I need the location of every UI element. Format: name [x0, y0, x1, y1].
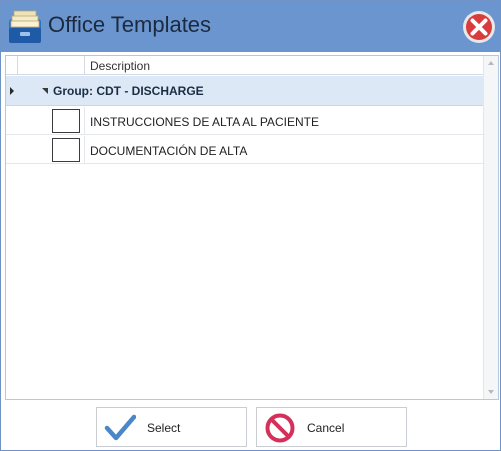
table-row[interactable]: INSTRUCCIONES DE ALTA AL PACIENTE [6, 107, 483, 135]
row-checkbox[interactable] [52, 109, 80, 133]
cancel-button-label: Cancel [307, 421, 345, 435]
window-title: Office Templates [48, 12, 212, 37]
grid-header: Description [6, 56, 483, 75]
scroll-up-icon[interactable] [488, 61, 494, 65]
scroll-down-icon[interactable] [488, 390, 494, 394]
templates-grid: Description Group: CDT - DISCHARGE INSTR… [5, 55, 499, 400]
office-templates-dialog: Office Templates Description Group: CDT … [0, 0, 501, 451]
row-checkbox[interactable] [52, 138, 80, 162]
group-label: Group: CDT - DISCHARGE [53, 84, 204, 98]
description-cell[interactable]: DOCUMENTACIÓN DE ALTA [85, 136, 247, 164]
checkbox-cell [18, 136, 85, 164]
row-indicator-cell [6, 107, 18, 135]
row-indicator-header [6, 56, 18, 75]
group-row[interactable]: Group: CDT - DISCHARGE [6, 76, 483, 106]
document-stack-icon [9, 10, 41, 43]
cancel-button[interactable]: Cancel [256, 407, 407, 447]
select-column-header[interactable] [18, 56, 85, 75]
checkmark-icon [104, 414, 136, 441]
select-button[interactable]: Select [96, 407, 247, 447]
select-button-label: Select [147, 421, 181, 435]
vertical-scrollbar[interactable] [483, 56, 498, 399]
row-indicator-icon [10, 87, 14, 95]
checkbox-cell [18, 107, 85, 135]
description-column-header[interactable]: Description [85, 56, 483, 75]
title-bar: Office Templates [1, 1, 500, 52]
row-indicator-cell [6, 136, 18, 164]
description-cell[interactable]: INSTRUCCIONES DE ALTA AL PACIENTE [85, 107, 319, 135]
collapse-triangle-icon[interactable] [42, 88, 48, 94]
close-icon[interactable] [461, 9, 497, 45]
table-row[interactable]: DOCUMENTACIÓN DE ALTA [6, 136, 483, 164]
no-entry-icon [265, 413, 295, 443]
